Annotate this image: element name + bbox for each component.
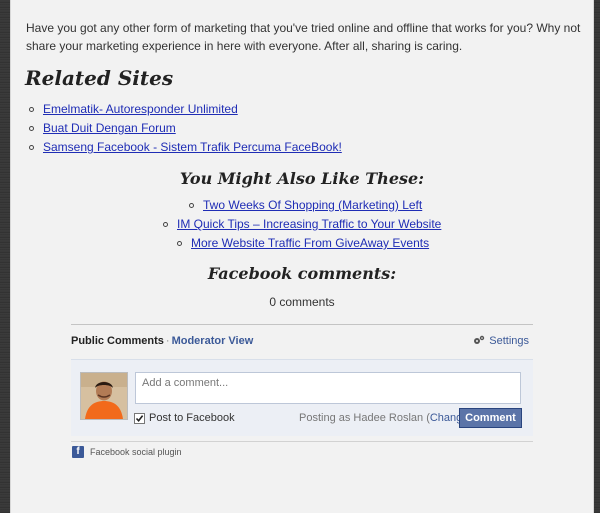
- also-link-two-weeks[interactable]: Two Weeks Of Shopping (Marketing) Left: [203, 198, 422, 212]
- related-sites-list: Emelmatik- Autoresponder Unlimited Buat …: [27, 100, 342, 157]
- facebook-plugin-footer: f Facebook social plugin: [72, 446, 182, 458]
- avatar: [80, 372, 128, 420]
- comment-count: 0 comments: [269, 295, 335, 309]
- tab-public-comments[interactable]: Public Comments: [71, 335, 164, 347]
- facebook-logo-icon: f: [72, 446, 84, 458]
- comment-composer: Post to Facebook Posting as Hadee Roslan…: [71, 359, 533, 436]
- post-to-facebook-option[interactable]: Post to Facebook: [134, 412, 235, 424]
- bullet-icon: [177, 241, 182, 246]
- list-item: IM Quick Tips – Increasing Traffic to Yo…: [161, 215, 441, 234]
- related-link-buat-duit[interactable]: Buat Duit Dengan Forum: [43, 121, 176, 135]
- bullet-icon: [189, 203, 194, 208]
- related-link-emelmatik[interactable]: Emelmatik- Autoresponder Unlimited: [43, 102, 238, 116]
- intro-paragraph: Have you got any other form of marketing…: [26, 21, 581, 53]
- post-to-facebook-label: Post to Facebook: [149, 412, 235, 424]
- also-like-list: Two Weeks Of Shopping (Marketing) Left I…: [161, 196, 441, 253]
- related-link-samseng-facebook[interactable]: Samseng Facebook - Sistem Trafik Percuma…: [43, 140, 342, 154]
- bullet-icon: [29, 107, 34, 112]
- settings-link[interactable]: Settings: [473, 335, 529, 347]
- comment-tabs: Public Comments · Moderator View: [71, 335, 253, 347]
- bullet-icon: [163, 222, 168, 227]
- user-photo: [81, 373, 127, 419]
- posting-as-text: Posting as Hadee Roslan (Change): [299, 412, 472, 424]
- tab-separator: ·: [165, 335, 170, 347]
- list-item: Two Weeks Of Shopping (Marketing) Left: [187, 196, 441, 215]
- plugin-label[interactable]: Facebook social plugin: [90, 447, 182, 457]
- bullet-icon: [29, 145, 34, 150]
- facebook-comments-heading: Facebook comments:: [207, 264, 397, 283]
- checkmark-icon: [135, 414, 144, 422]
- list-item: Samseng Facebook - Sistem Trafik Percuma…: [27, 138, 342, 157]
- list-item: Buat Duit Dengan Forum: [27, 119, 342, 138]
- list-item: Emelmatik- Autoresponder Unlimited: [27, 100, 342, 119]
- comment-button[interactable]: Comment: [459, 408, 522, 428]
- settings-label: Settings: [489, 335, 529, 347]
- facebook-comments-widget: Public Comments · Moderator View Settings: [71, 324, 533, 442]
- also-link-more-traffic[interactable]: More Website Traffic From GiveAway Event…: [191, 236, 429, 250]
- list-item: More Website Traffic From GiveAway Event…: [175, 234, 441, 253]
- post-to-facebook-checkbox[interactable]: [134, 412, 145, 424]
- gear-icon: [474, 335, 485, 344]
- content-panel: Have you got any other form of marketing…: [10, 0, 594, 513]
- comment-input[interactable]: [142, 377, 512, 389]
- also-link-im-quick-tips[interactable]: IM Quick Tips – Increasing Traffic to Yo…: [177, 217, 441, 231]
- tab-moderator-view[interactable]: Moderator View: [172, 335, 254, 347]
- posting-as-prefix: Posting as Hadee Roslan (: [299, 412, 430, 424]
- comment-input-box: [135, 372, 521, 404]
- also-like-heading: You Might Also Like These:: [179, 169, 425, 188]
- bullet-icon: [29, 126, 34, 131]
- related-sites-heading: Related Sites: [25, 66, 174, 90]
